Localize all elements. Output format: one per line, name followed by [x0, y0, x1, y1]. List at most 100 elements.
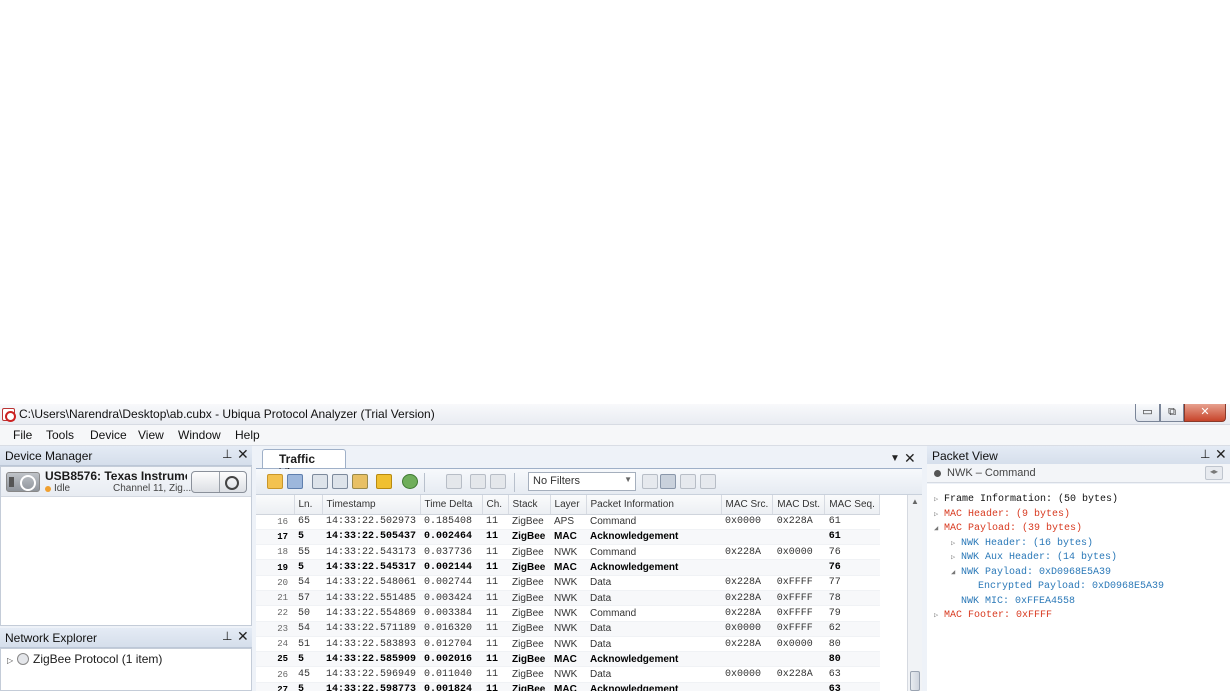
export-icon[interactable] [332, 474, 348, 489]
close-icon[interactable]: ✕ [237, 446, 249, 463]
pin-icon[interactable]: ⊥ [222, 629, 232, 643]
device-channel: Channel 11, Zig... [113, 483, 192, 494]
column-header[interactable]: Ch. [482, 495, 509, 515]
forward-icon[interactable] [490, 474, 506, 489]
table-row[interactable]: 22 50 14:33:22.554869 0.003384 11 ZigBee NWK Co… [256, 605, 880, 622]
packet-tree-node[interactable]: ▷ MAC Header: (9 bytes) [934, 509, 1070, 520]
column-header[interactable] [256, 495, 295, 515]
cell-ts: 14:33:22.545317 [322, 559, 421, 576]
cell-idx: 17 [256, 529, 294, 546]
chevron-down-icon[interactable]: ▼ [890, 453, 900, 464]
scrollbar-thumb[interactable] [910, 671, 920, 691]
column-header[interactable]: MAC Seq. [824, 495, 881, 515]
menu-window[interactable]: Window [178, 428, 221, 442]
copy-icon[interactable] [312, 474, 328, 489]
save-icon[interactable] [287, 474, 303, 489]
column-header[interactable]: Packet Information [586, 495, 722, 515]
stack-icon[interactable] [352, 474, 368, 489]
table-row[interactable]: 18 55 14:33:22.543173 0.037736 11 ZigBee NWK Co… [256, 544, 880, 561]
expand-arrow-icon[interactable]: ▷ [951, 539, 961, 548]
expand-arrow-icon[interactable]: ◢ [934, 524, 944, 533]
table-row[interactable]: 20 54 14:33:22.548061 0.002744 11 ZigBee NWK Da… [256, 575, 880, 591]
filter-remove-icon[interactable] [700, 474, 716, 489]
packet-tree-node[interactable]: ◢ NWK Payload: 0xD0968E5A39 [951, 567, 1111, 578]
table-row[interactable]: 24 51 14:33:22.583893 0.012704 11 ZigBee NWK Da… [256, 636, 880, 653]
tree-item-zigbee-protocol[interactable]: ▷ ZigBee Protocol (1 item) [7, 652, 162, 666]
pin-icon[interactable]: ⊥ [1200, 447, 1210, 461]
cell-ts: 14:33:22.554869 [322, 605, 421, 622]
vertical-scrollbar[interactable]: ▲ [907, 495, 922, 691]
filter-edit-icon[interactable] [680, 474, 696, 489]
cell-ch: 11 [482, 621, 509, 637]
table-row[interactable]: 26 45 14:33:22.596949 0.011040 11 ZigBee NWK Da… [256, 666, 880, 683]
collapse-button[interactable]: ◂▸ [1205, 466, 1223, 480]
open-folder-icon[interactable] [267, 474, 283, 489]
cell-src: 0x0000 [721, 666, 773, 683]
packet-tree-node[interactable]: NWK MIC: 0xFFEA4558 [951, 596, 1075, 607]
scroll-up-icon[interactable]: ▲ [911, 497, 919, 506]
cell-idx: 22 [256, 605, 294, 622]
packet-tree-node[interactable]: ▷ MAC Footer: 0xFFFF [934, 610, 1052, 621]
table-row[interactable]: 17 5 14:33:22.505437 0.002464 11 ZigBee MAC Ack… [256, 529, 880, 546]
cell-idx: 23 [256, 621, 294, 637]
page-icon[interactable] [446, 474, 462, 489]
cell-ln: 54 [294, 575, 322, 591]
column-header[interactable]: MAC Dst. [772, 495, 826, 515]
column-header[interactable]: Time Delta [420, 495, 483, 515]
expand-arrow-icon[interactable]: ▷ [934, 611, 944, 620]
packet-tree-node[interactable]: Encrypted Payload: 0xD0968E5A39 [968, 581, 1164, 592]
cell-info: Data [586, 621, 722, 637]
cell-stack: ZigBee [508, 514, 551, 530]
packet-tree-node[interactable]: ▷ NWK Header: (16 bytes) [951, 538, 1093, 549]
table-row[interactable]: 25 5 14:33:22.585909 0.002016 11 ZigBee MAC Ack… [256, 651, 880, 668]
device-row[interactable]: USB8576: Texas Instrume... Idle Channel … [1, 467, 251, 497]
maximize-button[interactable]: ⧉ [1160, 404, 1184, 422]
close-window-button[interactable]: ✕ [1184, 404, 1226, 422]
table-row[interactable]: 16 65 14:33:22.502973 0.185408 11 ZigBee APS Co… [256, 514, 880, 530]
menu-file[interactable]: File [13, 428, 32, 442]
pin-icon[interactable]: ⊥ [222, 447, 232, 461]
cell-info: Acknowledgement [586, 529, 722, 546]
device-manager-header: Device Manager ⊥ ✕ [0, 446, 252, 466]
menu-device[interactable]: Device [90, 428, 127, 442]
settings-gear-icon[interactable] [402, 474, 418, 489]
close-icon[interactable]: ✕ [237, 628, 249, 645]
packet-tree-node[interactable]: ▷ NWK Aux Header: (14 bytes) [951, 552, 1117, 563]
column-header[interactable]: Stack [508, 495, 551, 515]
expand-arrow-icon[interactable]: ▷ [934, 510, 944, 519]
pencil-icon[interactable] [376, 474, 392, 489]
table-header-row: Ln. Timestamp Time Delta Ch. Stack Layer… [256, 495, 881, 515]
menu-tools[interactable]: Tools [46, 428, 74, 442]
close-icon[interactable]: ✕ [904, 450, 916, 467]
table-row[interactable]: 23 54 14:33:22.571189 0.016320 11 ZigBee NWK Da… [256, 621, 880, 637]
close-icon[interactable]: ✕ [1215, 446, 1227, 463]
tab-traffic-view[interactable]: Traffic View [262, 449, 346, 480]
cell-ln: 5 [294, 559, 322, 576]
column-header[interactable]: Timestamp [322, 495, 421, 515]
filter-icon[interactable] [642, 474, 658, 489]
column-header[interactable]: Ln. [294, 495, 323, 515]
column-header[interactable]: Layer [550, 495, 587, 515]
minimize-button[interactable]: ▭ [1135, 404, 1160, 422]
filter-add-icon[interactable] [660, 474, 676, 489]
packet-tree-node[interactable]: ▷ Frame Information: (50 bytes) [934, 494, 1118, 505]
menu-help[interactable]: Help [235, 428, 260, 442]
filter-select[interactable]: No Filters ▼ [528, 472, 636, 491]
cell-ch: 11 [482, 682, 509, 691]
cell-src: 0x228A [721, 636, 773, 653]
menu-view[interactable]: View [138, 428, 164, 442]
packet-tree-label: NWK Header: (16 bytes) [961, 537, 1094, 549]
capture-toggle-button[interactable] [191, 471, 247, 493]
table-row[interactable]: 19 5 14:33:22.545317 0.002144 11 ZigBee MAC Ack… [256, 559, 880, 576]
expand-arrow-icon[interactable]: ▷ [934, 495, 944, 504]
expand-arrow-icon[interactable]: ◢ [951, 568, 961, 577]
expand-arrow-icon[interactable]: ▷ [7, 656, 17, 665]
table-row[interactable]: 27 5 14:33:22.598773 0.001824 11 ZigBee MAC Ack… [256, 682, 880, 691]
table-row[interactable]: 21 57 14:33:22.551485 0.003424 11 ZigBee NWK Da… [256, 590, 880, 607]
packet-tree-label: MAC Payload: (39 bytes) [944, 523, 1083, 534]
cell-delta: 0.185408 [420, 514, 483, 530]
expand-arrow-icon[interactable]: ▷ [951, 553, 961, 562]
column-header[interactable]: MAC Src. [721, 495, 774, 515]
back-icon[interactable] [470, 474, 486, 489]
packet-tree-node[interactable]: ◢ MAC Payload: (39 bytes) [934, 523, 1082, 534]
